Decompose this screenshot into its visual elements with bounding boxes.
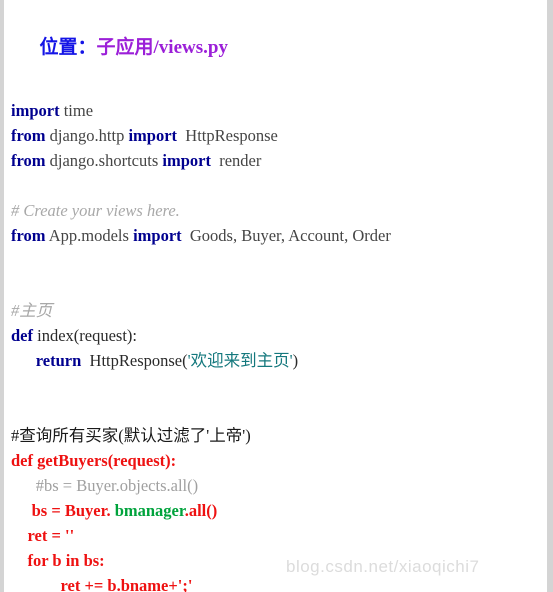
document-inner: 位置：子应用/views.py import time from django.h… <box>4 0 547 592</box>
code-token: time <box>59 101 94 120</box>
page-title: 位置：子应用/views.py <box>8 6 547 90</box>
code-token: '欢迎来到主页' <box>187 351 293 370</box>
code-token: render <box>210 151 262 170</box>
code-token: ) <box>292 351 299 370</box>
code-token: import <box>11 101 60 120</box>
code-line: from django.http import HttpResponse <box>11 123 547 148</box>
code-block: import time from django.http import HttpR… <box>8 98 547 592</box>
code-line: import time <box>11 98 547 123</box>
code-token: django.shortcuts <box>45 151 163 170</box>
code-token: django.http <box>45 126 129 145</box>
code-token: return <box>35 351 82 370</box>
code-line: #查询所有买家(默认过滤了'上帝') <box>11 423 547 448</box>
code-line: bs = Buyer. bmanager.all() <box>11 498 547 523</box>
code-token: from <box>11 226 46 245</box>
code-token: App.models <box>45 226 134 245</box>
code-token: #主页 <box>11 301 53 320</box>
code-line: for b in bs: <box>11 548 547 573</box>
code-token: for b in bs: <box>11 551 105 570</box>
code-token: #bs = Buyer.objects.all() <box>35 476 199 495</box>
code-token: index(request): <box>33 326 138 345</box>
code-line: from django.shortcuts import render <box>11 148 547 173</box>
page-title-path: 子应用/views.py <box>96 37 228 58</box>
code-line: ret += b.bname+';' <box>11 573 547 592</box>
code-token: import <box>162 151 211 170</box>
page-title-label: 位置： <box>39 37 97 58</box>
code-line: return HttpResponse('欢迎来到主页') <box>11 348 547 373</box>
code-token: from <box>11 126 46 145</box>
code-token: ret = '' <box>11 526 75 545</box>
code-token: #查询所有买家(默认过滤了'上帝') <box>11 426 251 445</box>
code-token: Goods, Buyer, Account, Order <box>181 226 391 245</box>
document-page: 位置：子应用/views.py import time from django.h… <box>0 0 553 592</box>
code-line: def index(request): <box>11 323 547 348</box>
code-token: bs = Buyer. <box>11 501 115 520</box>
code-token: HttpResponse <box>177 126 278 145</box>
code-line: #主页 <box>11 298 547 323</box>
code-token: import <box>128 126 178 145</box>
code-line: ret = '' <box>11 523 547 548</box>
code-token: # Create your views here. <box>11 201 180 220</box>
code-token: from <box>11 151 46 170</box>
code-token: import <box>133 226 182 245</box>
code-token: .all() <box>184 501 218 520</box>
code-token: ret += b.bname+';' <box>11 576 193 592</box>
code-line: def getBuyers(request): <box>11 448 547 473</box>
code-token: bmanager <box>114 501 185 520</box>
code-token: def getBuyers(request): <box>11 451 177 470</box>
code-token: HttpResponse( <box>81 351 188 370</box>
code-line: # Create your views here. <box>11 198 547 223</box>
code-line: #bs = Buyer.objects.all() <box>11 473 547 498</box>
code-line: from App.models import Goods, Buyer, Acc… <box>11 223 547 248</box>
code-token: def <box>11 326 33 345</box>
